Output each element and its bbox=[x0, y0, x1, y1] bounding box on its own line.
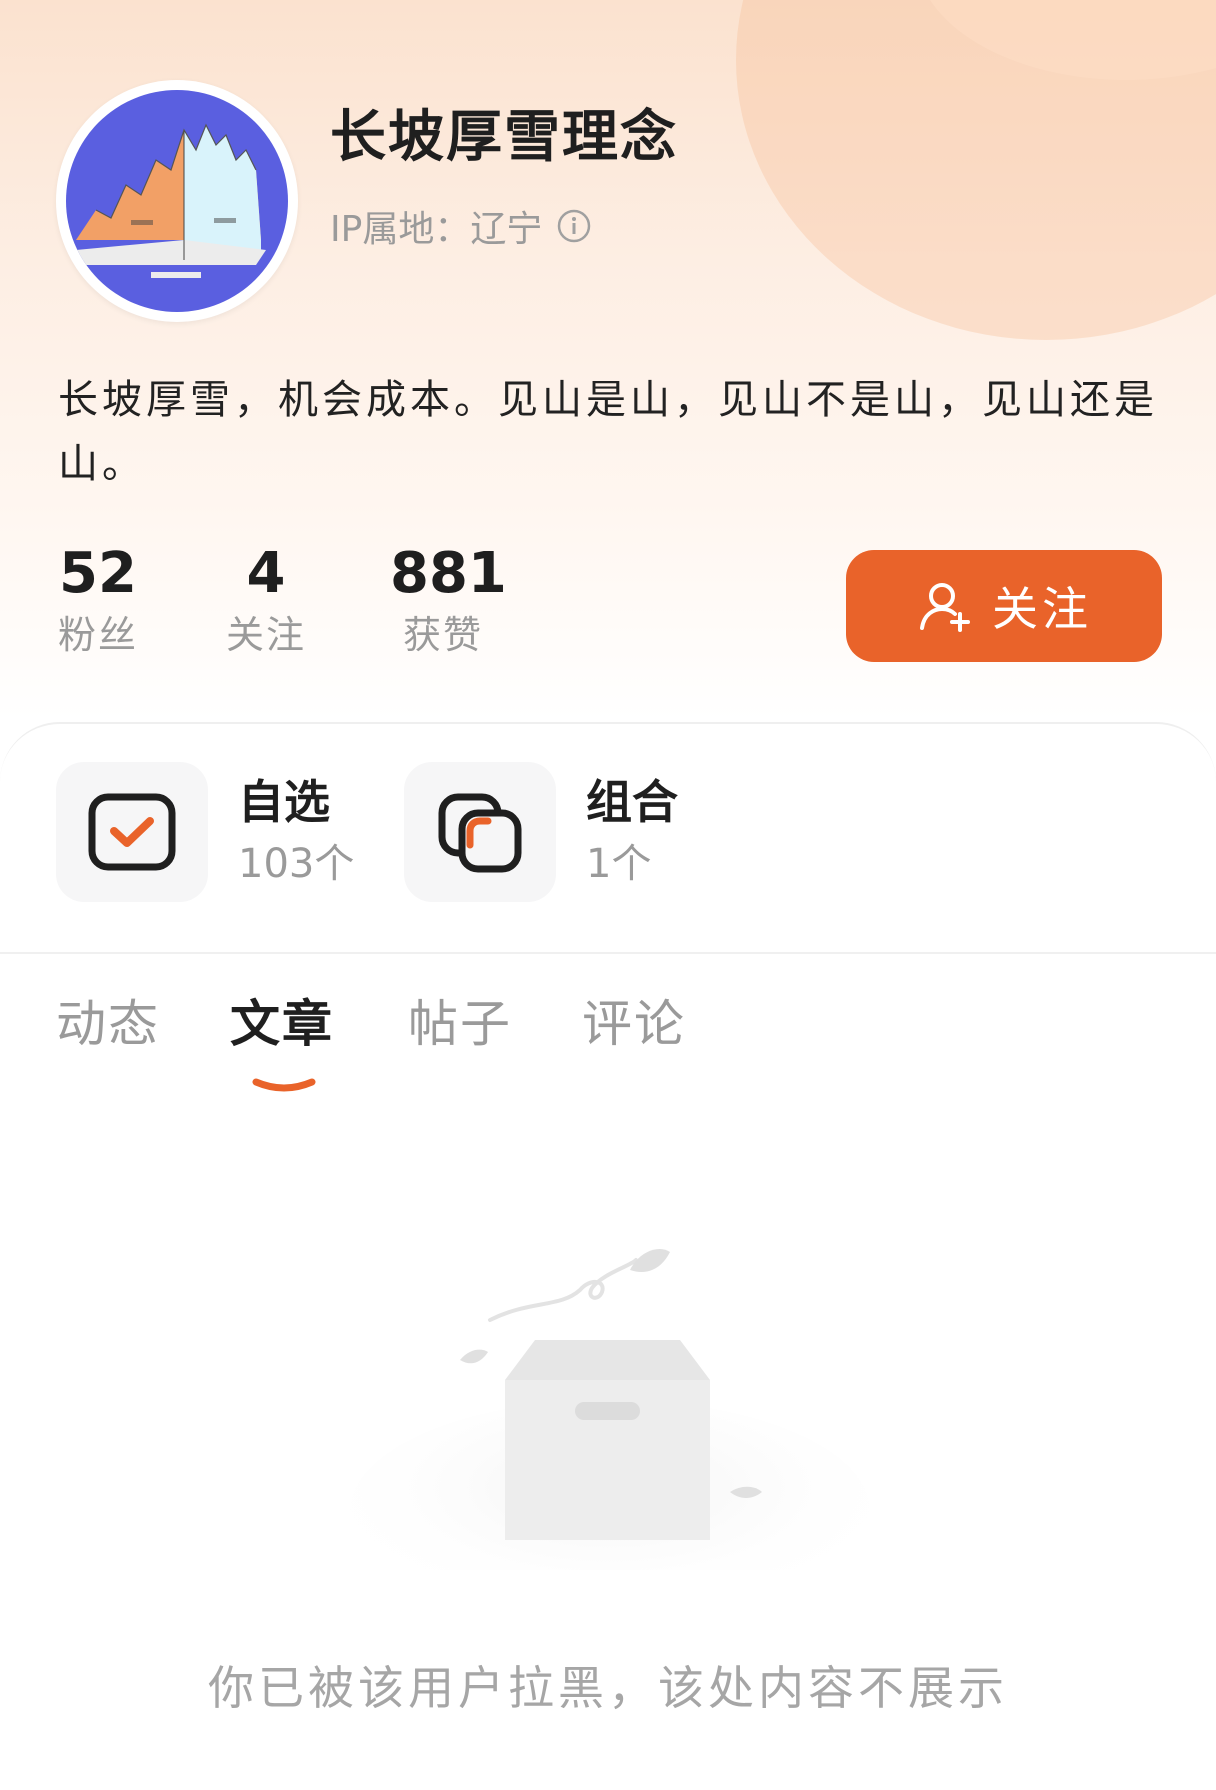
stat-likes[interactable]: 881 获赞 bbox=[390, 540, 507, 662]
tab-dynamics[interactable]: 动态 bbox=[56, 984, 160, 1064]
ip-location: IP属地：辽宁 bbox=[330, 200, 592, 252]
tab-posts[interactable]: 帖子 bbox=[408, 984, 512, 1064]
blocked-message: 你已被该用户拉黑，该处内容不展示 bbox=[208, 1661, 1008, 1715]
empty-box-icon bbox=[350, 1249, 870, 1570]
add-user-icon bbox=[920, 583, 970, 632]
avatar-image bbox=[66, 90, 288, 312]
fans-count: 52 bbox=[59, 541, 137, 606]
watchlist-count: 103个 bbox=[238, 841, 355, 887]
portfolio-title: 组合 bbox=[586, 775, 678, 829]
active-tab-indicator bbox=[252, 1078, 316, 1092]
avatar[interactable] bbox=[56, 80, 298, 322]
tab-comments[interactable]: 评论 bbox=[582, 984, 686, 1064]
portfolio-entry[interactable]: 组合 1个 bbox=[404, 762, 678, 902]
checkbox-check-icon bbox=[88, 793, 176, 871]
ip-location-label: IP属地：辽宁 bbox=[330, 209, 543, 250]
fans-label: 粉丝 bbox=[57, 613, 138, 657]
following-count: 4 bbox=[246, 541, 286, 606]
profile-bio: 长坡厚雪，机会成本。见山是山，见山不是山，见山还是山。 bbox=[58, 377, 1158, 487]
follow-button-label: 关注 bbox=[992, 583, 1092, 635]
following-label: 关注 bbox=[225, 613, 306, 657]
stat-fans[interactable]: 52 粉丝 bbox=[56, 540, 140, 662]
watchlist-title: 自选 bbox=[238, 775, 330, 829]
section-divider bbox=[0, 952, 1216, 954]
watchlist-entry[interactable]: 自选 103个 bbox=[56, 762, 354, 902]
info-icon[interactable] bbox=[556, 208, 592, 244]
content-tabs: 动态 文章 帖子 评论 bbox=[56, 984, 1156, 1094]
stat-following[interactable]: 4 关注 bbox=[224, 540, 308, 662]
username: 长坡厚雪理念 bbox=[330, 105, 678, 170]
portfolio-icon-box bbox=[404, 762, 556, 902]
asset-row: 自选 103个 组合 1个 bbox=[56, 762, 1156, 902]
watchlist-icon-box bbox=[56, 762, 208, 902]
follow-button[interactable]: 关注 bbox=[846, 550, 1162, 662]
likes-label: 获赞 bbox=[402, 613, 483, 657]
portfolio-count: 1个 bbox=[586, 841, 652, 887]
profile-page: 长坡厚雪理念 IP属地：辽宁 长坡厚雪，机会成本。见山是山，见山不是山，见山还是… bbox=[0, 0, 1216, 1790]
tab-articles[interactable]: 文章 bbox=[230, 984, 334, 1064]
likes-count: 881 bbox=[390, 541, 507, 606]
stacked-squares-icon bbox=[438, 793, 522, 873]
